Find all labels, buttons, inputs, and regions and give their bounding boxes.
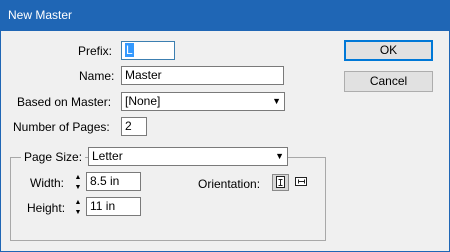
number-of-pages-label: Number of Pages: xyxy=(13,120,110,134)
page-size-value: Letter xyxy=(92,149,123,163)
cancel-button[interactable]: Cancel xyxy=(344,71,433,92)
page-size-dropdown[interactable]: Letter ▼ xyxy=(88,147,288,166)
width-field[interactable]: 8.5 in xyxy=(86,172,141,191)
landscape-icon xyxy=(295,177,307,186)
width-stepper[interactable]: ▲ ▼ xyxy=(71,173,85,192)
chevron-down-icon: ▼ xyxy=(275,151,284,161)
spin-down-icon[interactable]: ▼ xyxy=(71,208,85,217)
based-on-master-label: Based on Master: xyxy=(17,95,112,109)
page-size-group xyxy=(10,157,326,241)
prefix-field[interactable]: L xyxy=(121,41,175,60)
height-label: Height: xyxy=(27,201,66,215)
name-label: Name: xyxy=(79,69,115,83)
spin-down-icon[interactable]: ▼ xyxy=(71,183,85,192)
prefix-label: Prefix: xyxy=(78,44,113,58)
spin-up-icon[interactable]: ▲ xyxy=(71,173,85,182)
spin-up-icon[interactable]: ▲ xyxy=(71,198,85,207)
chevron-down-icon: ▼ xyxy=(272,96,281,106)
title-bar[interactable]: New Master xyxy=(0,0,450,31)
height-stepper[interactable]: ▲ ▼ xyxy=(71,198,85,217)
based-on-master-value: [None] xyxy=(125,94,161,108)
width-label: Width: xyxy=(30,176,65,190)
window-title: New Master xyxy=(8,8,73,22)
prefix-selected-text: L xyxy=(125,43,134,57)
orientation-label: Orientation: xyxy=(198,177,261,191)
name-field[interactable]: Master xyxy=(121,66,284,85)
landscape-orientation-button[interactable] xyxy=(294,174,311,191)
portrait-icon xyxy=(276,176,285,188)
height-field[interactable]: 11 in xyxy=(86,197,141,216)
page-size-label: Page Size: xyxy=(21,150,86,164)
portrait-orientation-button[interactable] xyxy=(272,174,289,191)
ok-button[interactable]: OK xyxy=(344,40,433,61)
based-on-master-dropdown[interactable]: [None] ▼ xyxy=(121,92,285,111)
number-of-pages-field[interactable]: 2 xyxy=(121,117,147,136)
